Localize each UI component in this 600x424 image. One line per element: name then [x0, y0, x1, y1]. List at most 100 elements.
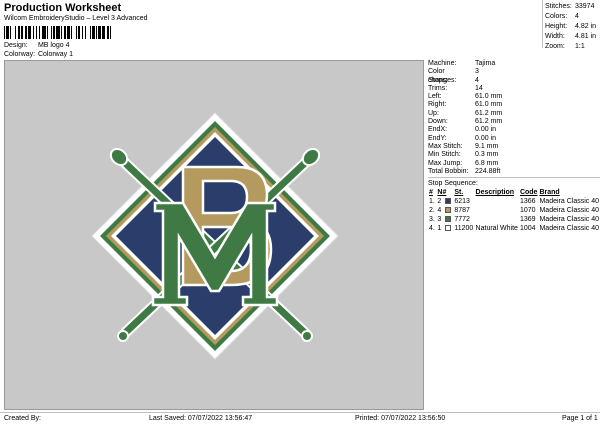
detail-value: 0.00 in: [475, 134, 497, 142]
colorway-label: Colorway:: [4, 51, 36, 58]
stop-row: 4. 1 11200 Natural White 1004 Madeira Classic…: [428, 224, 600, 233]
stop-brand: Madeira Classic 40: [539, 216, 599, 224]
stop-code: 1070: [519, 207, 536, 215]
detail-row: Min Stitch: 0.3 mm: [428, 151, 600, 159]
col-num: #: [429, 189, 433, 197]
detail-value: 4: [475, 76, 479, 84]
footer-last-saved: Last Saved: 07/07/2022 13:56:47: [149, 415, 253, 422]
detail-row: Trims: 14: [428, 85, 600, 93]
col-description: Description: [475, 189, 515, 197]
header-divider: [542, 0, 543, 48]
col-brand: Brand: [539, 189, 560, 197]
stop-needle: 4: [436, 206, 453, 215]
stop-description: [475, 215, 519, 224]
design-info: Design: MB logo 4: [4, 42, 69, 49]
detail-label: Left:: [428, 93, 442, 101]
detail-value: 61.0 mm: [475, 93, 503, 101]
color-swatch: [445, 198, 452, 205]
stop-num: 1.: [429, 198, 435, 206]
summary-row: Zoom: 1:1: [545, 43, 585, 50]
detail-row: Max Jump: 6.8 mm: [428, 160, 600, 168]
details-panel: Machine: Tajima Color changes: 3 Stops: 4 Trim…: [428, 60, 600, 233]
color-swatch: [445, 207, 452, 214]
detail-row: Up: 61.2 mm: [428, 110, 600, 118]
col-code: Code: [519, 189, 538, 197]
detail-label: Color changes:: [428, 68, 457, 84]
detail-label: Machine:: [428, 60, 457, 67]
details-divider: [428, 177, 600, 179]
stop-description: [475, 206, 519, 215]
design-preview: [4, 60, 424, 410]
detail-value: 6.8 mm: [475, 159, 499, 167]
detail-value: 3: [475, 68, 479, 76]
summary-panel: Stitches: 33974 Colors: 4 Height: 4.82 in W…: [545, 2, 600, 52]
stop-num: 2.: [429, 207, 435, 215]
detail-label: Trims:: [428, 84, 448, 92]
detail-value: 224.88ft: [475, 167, 501, 175]
stop-brand: Madeira Classic 40: [539, 207, 599, 215]
detail-row: Color changes: 3: [428, 68, 600, 84]
detail-label: Stops:: [428, 76, 448, 84]
detail-value: 14: [475, 84, 483, 92]
stop-stitches: 8787: [454, 207, 470, 215]
stop-needle: 2: [436, 197, 453, 206]
mb-logo-embroidery: [91, 112, 339, 360]
stop-brand: Madeira Classic 40: [539, 225, 599, 233]
detail-value: 61.2 mm: [475, 109, 503, 117]
needle-number: 3: [437, 216, 442, 224]
detail-row: Down: 61.2 mm: [428, 118, 600, 126]
stop-stitches: 11200: [454, 225, 474, 233]
page-title: Production Worksheet: [4, 2, 122, 14]
detail-row: EndY: 0.00 in: [428, 135, 600, 143]
color-swatch: [445, 216, 452, 223]
stop-stitches: 6213: [454, 198, 470, 206]
detail-value: Tajima: [475, 60, 496, 67]
stop-needle: 1: [436, 224, 453, 233]
detail-row: EndX: 0.00 in: [428, 126, 600, 134]
detail-label: Up:: [428, 109, 439, 117]
detail-label: Down:: [428, 118, 448, 126]
summary-row: Colors: 4: [545, 13, 579, 20]
col-stitches: St.: [454, 189, 464, 197]
detail-row: Right: 61.0 mm: [428, 101, 600, 109]
footer-page: Page 1 of 1: [562, 415, 598, 422]
software-subtitle: Wilcom EmbroideryStudio – Level 3 Advanc…: [4, 15, 148, 22]
stop-code: 1369: [519, 216, 536, 224]
color-swatch: [445, 225, 452, 232]
stop-row: 3. 3 7772 1369 Madeira Classic 40: [428, 215, 600, 224]
stop-sequence-table: # N# St. Description Code Brand 1. 2 6213 1…: [428, 188, 600, 233]
detail-row: Max Stitch: 9.1 mm: [428, 143, 600, 151]
summary-row: Width: 4.81 in: [545, 33, 597, 40]
footer-created-by: Created By:: [4, 415, 41, 422]
detail-label: EndX:: [428, 126, 448, 134]
stop-description: [475, 197, 519, 206]
colorway-info: Colorway: Colorway 1: [4, 51, 73, 58]
summary-row: Stitches: 33974: [545, 3, 595, 10]
stop-row: 1. 2 6213 1366 Madeira Classic 40: [428, 197, 600, 206]
detail-label: Right:: [428, 101, 447, 109]
detail-value: 0.00 in: [475, 126, 497, 134]
footer-printed: Printed: 07/07/2022 13:56:50: [355, 415, 446, 422]
design-label: Design:: [4, 42, 28, 49]
needle-number: 4: [437, 207, 442, 215]
detail-value: 0.3 mm: [475, 151, 499, 159]
summary-row: Height: 4.82 in: [545, 23, 597, 30]
stop-num: 4.: [429, 225, 435, 233]
stop-needle: 3: [436, 215, 453, 224]
detail-label: EndY:: [428, 134, 447, 142]
detail-value: 61.2 mm: [475, 118, 503, 126]
colorway-value: Colorway 1: [37, 51, 73, 58]
detail-label: Min Stitch:: [428, 151, 461, 159]
stop-sequence-title: Stop Sequence:: [428, 180, 478, 188]
stop-sequence-header: # N# St. Description Code Brand: [428, 188, 600, 197]
design-value: MB logo 4: [37, 42, 70, 49]
detail-row: Left: 61.0 mm: [428, 93, 600, 101]
details-list: Machine: Tajima Color changes: 3 Stops: 4 Trim…: [428, 60, 600, 176]
stop-code: 1004: [519, 225, 536, 233]
stop-code: 1366: [519, 198, 536, 206]
col-needle: N#: [437, 189, 447, 197]
detail-row: Machine: Tajima: [428, 60, 600, 68]
detail-label: Total Bobbin:: [428, 167, 469, 175]
barcode: [4, 26, 169, 39]
stop-brand: Madeira Classic 40: [539, 198, 599, 206]
